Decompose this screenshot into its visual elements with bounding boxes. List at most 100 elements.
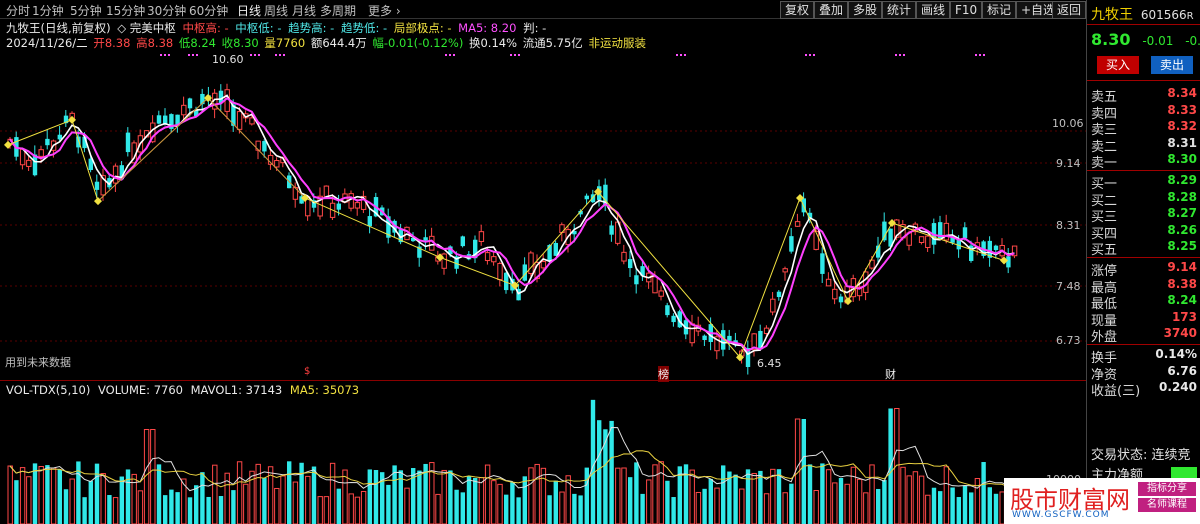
volume-bar (212, 464, 218, 524)
volume-bar (745, 469, 751, 524)
info-high: 高8.38 (136, 36, 174, 50)
candle-body (925, 235, 931, 249)
candle-body (274, 160, 280, 168)
volume-bar (603, 429, 608, 524)
volume-bar (100, 473, 106, 524)
toolbar-overlay-button[interactable]: 叠加 (814, 1, 849, 19)
volume-bar (497, 483, 503, 524)
candle-body (336, 203, 341, 210)
toolbar-fuquan-button[interactable]: 复权 (780, 1, 815, 19)
buy-order-row[interactable]: 买三 8.27 (1091, 206, 1197, 225)
toolbar-multistock-button[interactable]: 多股 (848, 1, 883, 19)
signal-dot (676, 54, 678, 56)
candle-body (794, 221, 801, 227)
indicator-name[interactable]: ◇ 完美中枢 (117, 21, 176, 35)
price-axis-label: 6.73 (1056, 334, 1081, 347)
volume-bar (516, 497, 521, 524)
info-turnover: 换0.14% (468, 36, 518, 50)
candle-body (993, 245, 999, 251)
panel-divider (0, 380, 1086, 381)
last-price: 8.30 (1091, 30, 1131, 49)
volume-bar (504, 494, 509, 524)
toolbar-draw-button[interactable]: 画线 (916, 1, 951, 19)
signal-dot (275, 54, 277, 56)
signal-dot (250, 54, 252, 56)
stat-row[interactable]: 收益(三) 0.240 (1091, 380, 1197, 399)
candle-body (367, 216, 372, 227)
period-item-5min[interactable]: 5分钟 (70, 2, 102, 19)
period-item-weekly[interactable]: 周线 (264, 2, 288, 19)
volume-bar (360, 490, 367, 524)
sell-order-row[interactable]: 卖三 8.32 (1091, 119, 1197, 138)
stat-row[interactable]: 现量 173 (1091, 310, 1197, 329)
stat-row[interactable]: 最高 8.38 (1091, 277, 1197, 296)
toolbar-mark-button[interactable]: 标记 (982, 1, 1017, 19)
volume-bar (634, 462, 639, 524)
candle-body (26, 159, 32, 167)
buy-order-row[interactable]: 买五 8.25 (1091, 239, 1197, 258)
period-item-60min[interactable]: 60分钟 (189, 2, 228, 19)
volume-bar (231, 490, 236, 524)
stat-row-label: 外盘 (1091, 330, 1118, 346)
price-change: -0.01 (1142, 34, 1174, 48)
event-marker-dollar[interactable]: $ (304, 366, 310, 377)
stat-row[interactable]: 外盘 3740 (1091, 326, 1197, 346)
stat-row[interactable]: 换手 0.14% (1091, 347, 1197, 366)
volume-chart[interactable] (0, 395, 1086, 524)
volume-bar (882, 480, 887, 524)
sell-order-row[interactable]: 卖一 8.30 (1091, 152, 1197, 171)
toolbar-stats-button[interactable]: 统计 (882, 1, 917, 19)
candle-body (484, 252, 491, 262)
volume-bar (869, 464, 875, 524)
stat-row-value: 6.76 (1167, 363, 1197, 378)
volume-bar (243, 483, 249, 524)
volume-bar (912, 471, 919, 524)
trough-price-label: 6.45 (757, 357, 782, 370)
volume-bar (206, 496, 211, 524)
toolbar-f10-button[interactable]: F10 (950, 1, 983, 19)
volume-bar (175, 492, 180, 524)
sell-order-row[interactable]: 卖二 8.31 (1091, 136, 1197, 155)
volume-bar (112, 497, 119, 524)
volume-bar (981, 462, 986, 524)
buy-button[interactable]: 买入 (1097, 56, 1139, 74)
volume-bar (448, 470, 453, 524)
volume-bar (615, 467, 621, 524)
stat-row-value: 9.14 (1167, 260, 1197, 274)
period-item-fenshi[interactable]: 分时 (6, 2, 30, 19)
sell-order-row-value: 8.30 (1167, 152, 1197, 167)
signal-dot (283, 54, 285, 56)
stat-row[interactable]: 涨停 9.14 (1091, 260, 1197, 279)
volume-bar (329, 462, 336, 524)
stat-row[interactable]: 最低 8.24 (1091, 293, 1197, 312)
period-item-30min[interactable]: 30分钟 (147, 2, 186, 19)
period-item-daily[interactable]: 日线 (237, 2, 261, 19)
buy-order-row[interactable]: 买四 8.26 (1091, 223, 1197, 242)
sell-button[interactable]: 卖出 (1151, 56, 1193, 74)
period-item-1min[interactable]: 1分钟 (32, 2, 64, 19)
sell-order-row[interactable]: 卖五 8.34 (1091, 86, 1197, 105)
stat-row[interactable]: 净资 6.76 (1091, 363, 1197, 383)
volume-bar (19, 467, 26, 524)
future-data-note: 用到未来数据 (5, 356, 71, 369)
candle-body (943, 222, 950, 241)
volume-bar (572, 493, 577, 524)
info-sector[interactable]: 非运动服装 (588, 36, 646, 50)
buy-order-row-value: 8.27 (1167, 206, 1197, 221)
volume-bar (88, 480, 93, 524)
period-item-multi[interactable]: 多周期 (320, 2, 356, 19)
quote-panel: 九牧王 601566R 8.30 -0.01 -0.12 买入 卖出 卖五8.3… (1086, 0, 1200, 524)
volume-bar (969, 492, 974, 524)
candle-body (187, 98, 193, 109)
toolbar-back-button[interactable]: 返回 (1052, 1, 1087, 19)
buy-order-row[interactable]: 买一 8.29 (1091, 173, 1197, 192)
period-item-15min[interactable]: 15分钟 (106, 2, 145, 19)
candle-body (770, 298, 776, 313)
volume-bar (801, 419, 806, 524)
volume-bar (404, 487, 410, 524)
period-item-monthly[interactable]: 月线 (292, 2, 316, 19)
candlestick-chart[interactable] (0, 50, 1086, 380)
buy-order-row[interactable]: 买二 8.28 (1091, 190, 1197, 209)
sell-order-row[interactable]: 卖四 8.33 (1091, 103, 1197, 122)
period-item-more[interactable]: 更多 › (368, 2, 401, 19)
